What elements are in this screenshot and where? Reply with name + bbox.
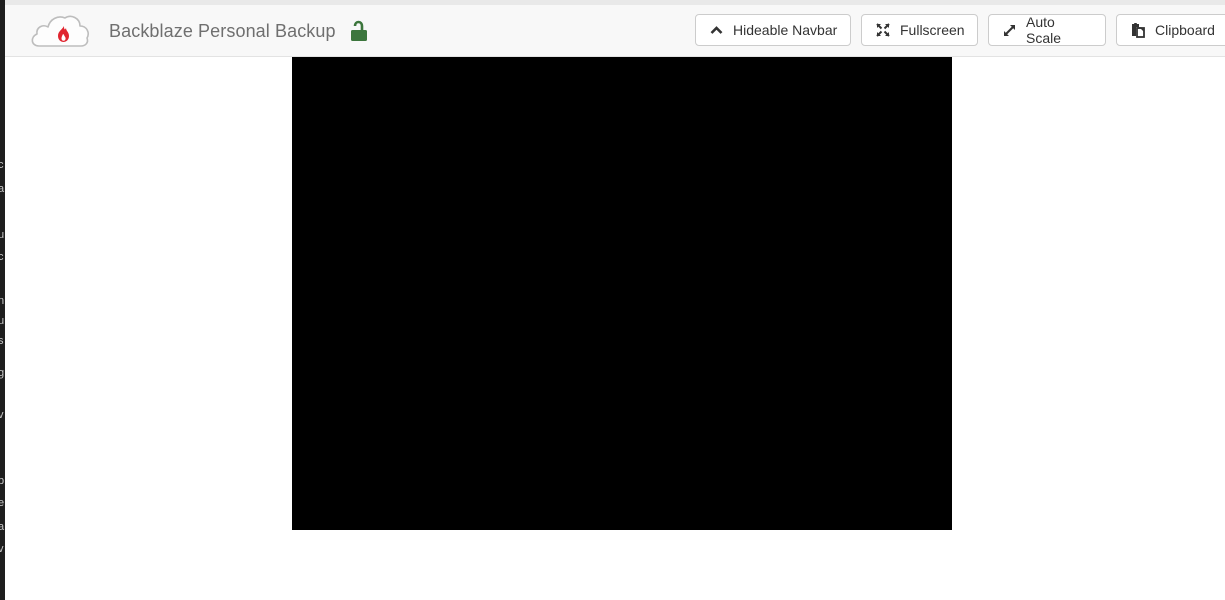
background-glyph: g — [0, 367, 5, 379]
background-glyph: a — [0, 521, 5, 533]
background-glyph: u — [0, 229, 5, 241]
auto-scale-button[interactable]: Auto Scale — [988, 14, 1106, 46]
background-glyph: v — [0, 409, 4, 421]
expand-arrows-icon — [876, 23, 890, 37]
resize-diagonal-icon — [1004, 24, 1015, 36]
remote-screen-canvas[interactable] — [292, 57, 952, 530]
background-glyph: e — [0, 497, 5, 509]
unlocked-padlock-icon[interactable] — [350, 20, 368, 42]
hideable-navbar-button[interactable]: Hideable Navbar — [695, 14, 851, 46]
background-window-edge: c a u c l n u s g v b e a v — [0, 0, 5, 600]
background-glyph: l — [0, 274, 5, 285]
background-glyph: c — [0, 251, 4, 263]
navbar: Backblaze Personal Backup Hideable Navba… — [5, 5, 1225, 57]
clipboard-button[interactable]: Clipboard — [1116, 14, 1225, 46]
auto-scale-label: Auto Scale — [1026, 14, 1062, 46]
app-title: Backblaze Personal Backup — [109, 20, 336, 41]
background-glyph: n — [0, 295, 5, 307]
chevron-up-icon — [710, 26, 723, 34]
fullscreen-label: Fullscreen — [900, 22, 965, 38]
fullscreen-button[interactable]: Fullscreen — [861, 14, 978, 46]
background-glyph: a — [0, 183, 5, 195]
background-glyph: u — [0, 315, 5, 327]
clipboard-label: Clipboard — [1155, 22, 1215, 38]
background-glyph: s — [0, 335, 4, 347]
hideable-navbar-label: Hideable Navbar — [733, 22, 838, 38]
background-glyph: b — [0, 475, 5, 487]
brand: Backblaze Personal Backup — [29, 12, 368, 50]
background-glyph: v — [0, 543, 4, 555]
backblaze-logo-icon — [31, 15, 89, 47]
clipboard-icon — [1132, 22, 1145, 38]
background-glyph: c — [0, 159, 4, 171]
